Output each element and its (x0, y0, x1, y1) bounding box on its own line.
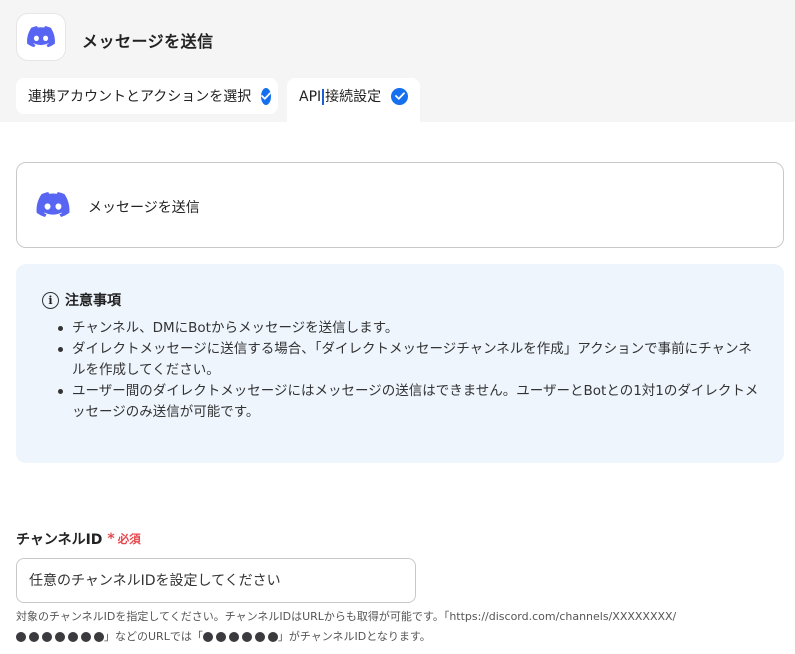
help-line-2: 」などのURLでは「 」がチャンネルIDとなります。 (16, 627, 716, 647)
notice-box: i 注意事項 チャンネル、DMにBotからメッセージを送信します。 ダイレクトメ… (16, 264, 784, 463)
info-icon: i (42, 291, 59, 309)
notice-heading: i 注意事項 (42, 290, 121, 310)
tab-label: 連携アカウントとアクションを選択 (28, 89, 252, 105)
masked-server-id (16, 632, 104, 642)
notice-title: 注意事項 (65, 293, 121, 309)
channel-id-label: チャンネルID * 必須 (16, 529, 141, 549)
action-title: メッセージを送信 (88, 200, 200, 216)
header-area: メッセージを送信 連携アカウントとアクションを選択 API 接続設定 (0, 0, 795, 122)
masked-channel-id (202, 632, 278, 642)
notice-item: ユーザー間のダイレクトメッセージにはメッセージの送信はできません。ユーザーとBo… (56, 381, 761, 423)
channel-id-input[interactable] (16, 558, 416, 603)
field-label-text: チャンネルID (16, 532, 103, 548)
required-text: 必須 (117, 532, 141, 546)
notice-item: ダイレクトメッセージに送信する場合、「ダイレクトメッセージチャンネルを作成」アク… (56, 339, 761, 381)
action-card: メッセージを送信 (16, 162, 784, 248)
app-icon (16, 13, 66, 61)
text-cursor (322, 89, 325, 105)
notice-item: チャンネル、DMにBotからメッセージを送信します。 (56, 318, 761, 339)
tab-label: API 接続設定 (299, 89, 382, 105)
notice-list: チャンネル、DMにBotからメッセージを送信します。 ダイレクトメッセージに送信… (56, 318, 761, 423)
required-mark: * (107, 531, 115, 547)
discord-icon (27, 26, 55, 48)
tab-select-account-action[interactable]: 連携アカウントとアクションを選択 (16, 78, 278, 114)
tab-api-settings[interactable]: API 接続設定 (287, 78, 420, 122)
help-line-1: 対象のチャンネルIDを指定してください。チャンネルIDはURLからも取得が可能で… (16, 610, 677, 623)
page-title: メッセージを送信 (82, 32, 214, 51)
check-icon (261, 87, 272, 105)
channel-id-help: 対象のチャンネルIDを指定してください。チャンネルIDはURLからも取得が可能で… (16, 607, 716, 647)
discord-icon (36, 192, 70, 218)
check-icon (391, 87, 408, 105)
